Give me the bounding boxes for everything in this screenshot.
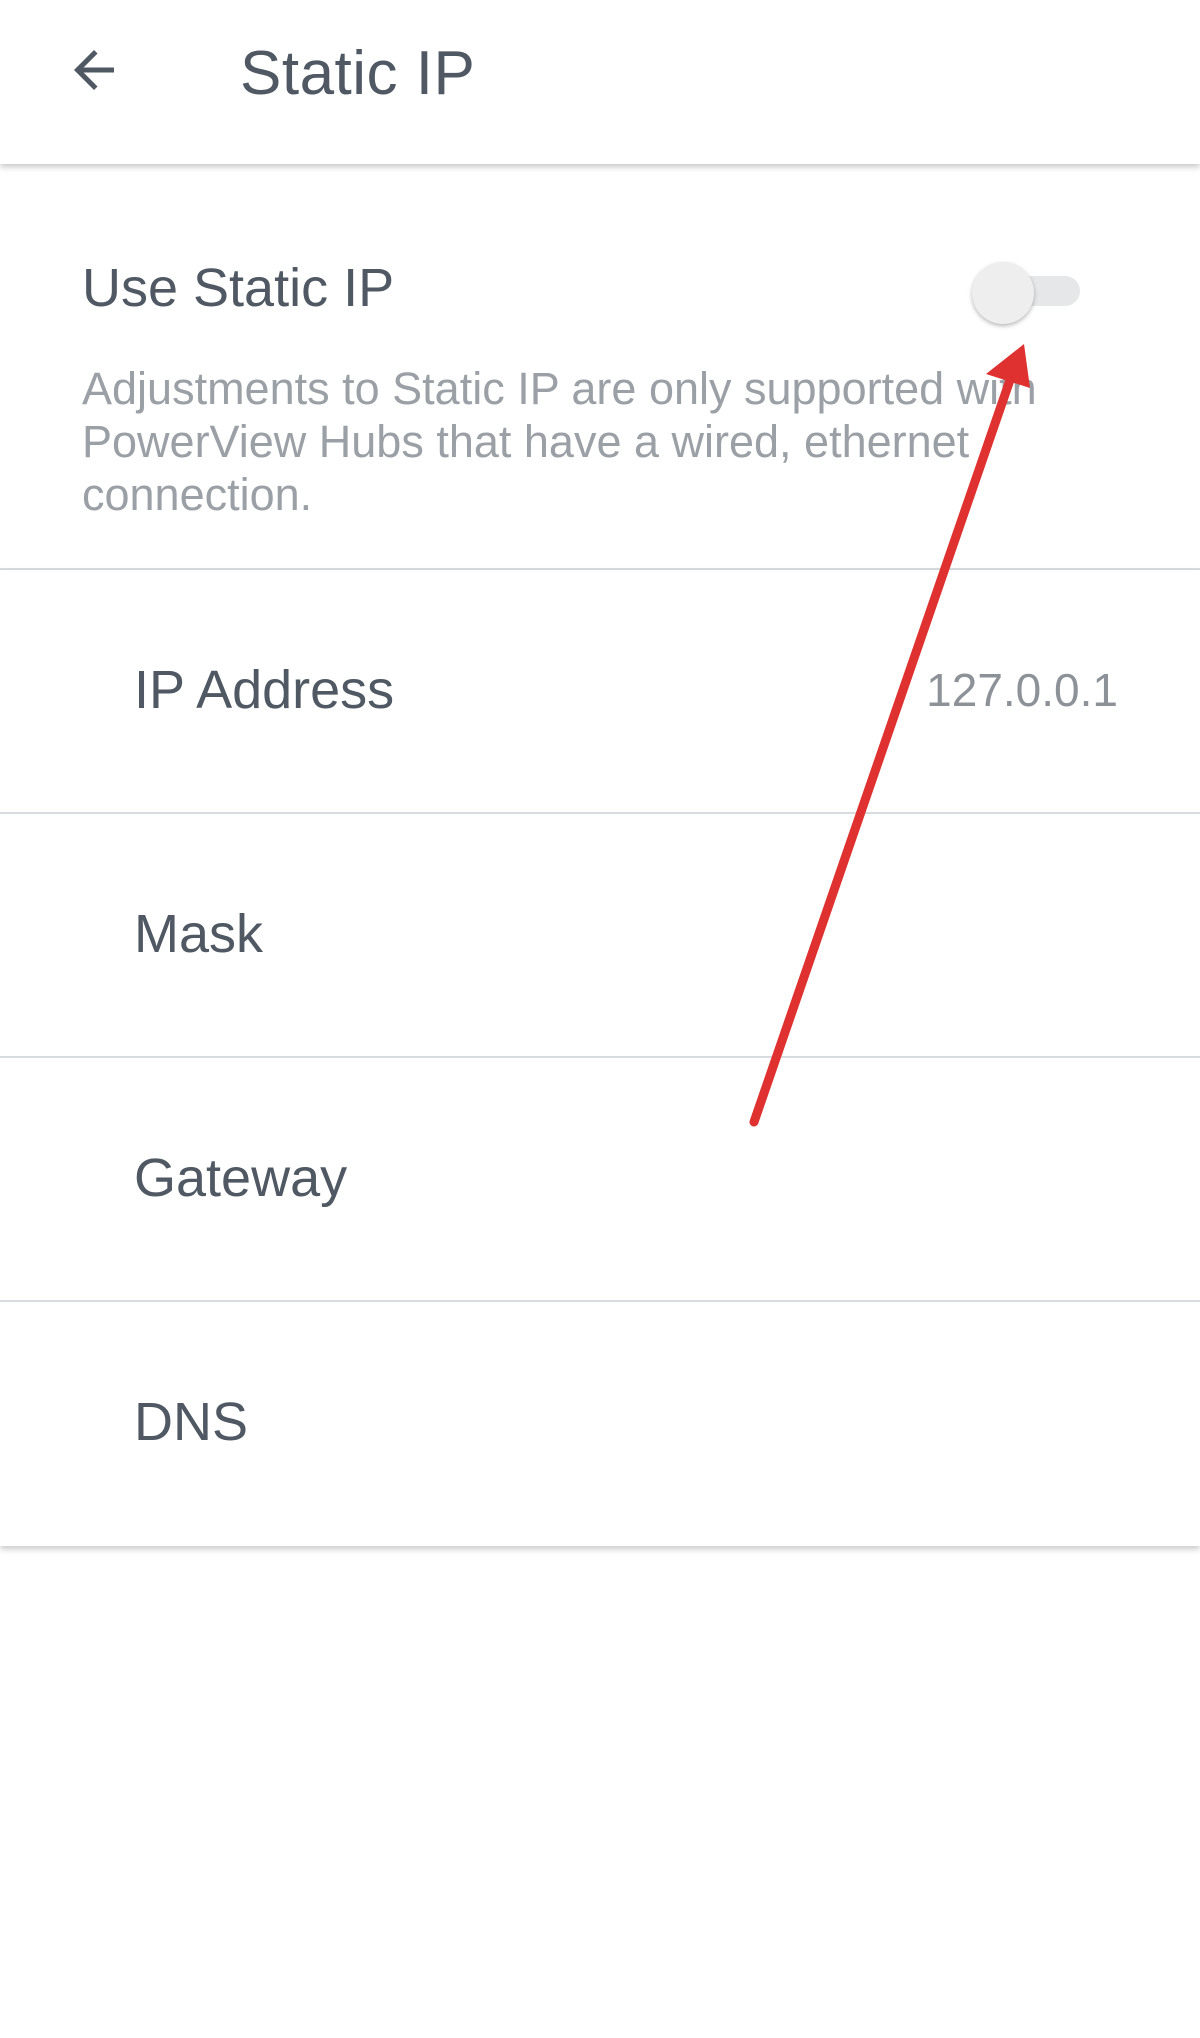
- field-label: Mask: [134, 904, 264, 964]
- field-label: Gateway: [134, 1148, 348, 1208]
- page-title: Static IP: [240, 39, 476, 108]
- toggle-thumb: [972, 262, 1034, 324]
- app-bar: Static IP: [0, 0, 1200, 164]
- toggle-label: Use Static IP: [82, 258, 395, 318]
- static-ip-screen: Static IP Use Static IP Adjustments to S…: [0, 0, 1200, 2038]
- static-ip-toggle[interactable]: [970, 254, 1086, 326]
- field-row-mask[interactable]: Mask: [0, 814, 1200, 1058]
- field-row-gateway[interactable]: Gateway: [0, 1058, 1200, 1302]
- toggle-description: Adjustments to Static IP are only suppor…: [82, 363, 1037, 520]
- static-ip-toggle-section: Use Static IP Adjustments to Static IP a…: [0, 166, 1200, 570]
- arrow-left-icon: [74, 50, 114, 90]
- back-button[interactable]: [52, 28, 136, 112]
- field-list: IP Address 127.0.0.1 Mask Gateway DNS: [0, 570, 1200, 1546]
- field-label: IP Address: [134, 660, 395, 720]
- field-label: DNS: [134, 1392, 249, 1452]
- field-row-ip-address[interactable]: IP Address 127.0.0.1: [0, 570, 1200, 814]
- field-value: 127.0.0.1: [926, 664, 1118, 716]
- field-row-dns[interactable]: DNS: [0, 1302, 1200, 1546]
